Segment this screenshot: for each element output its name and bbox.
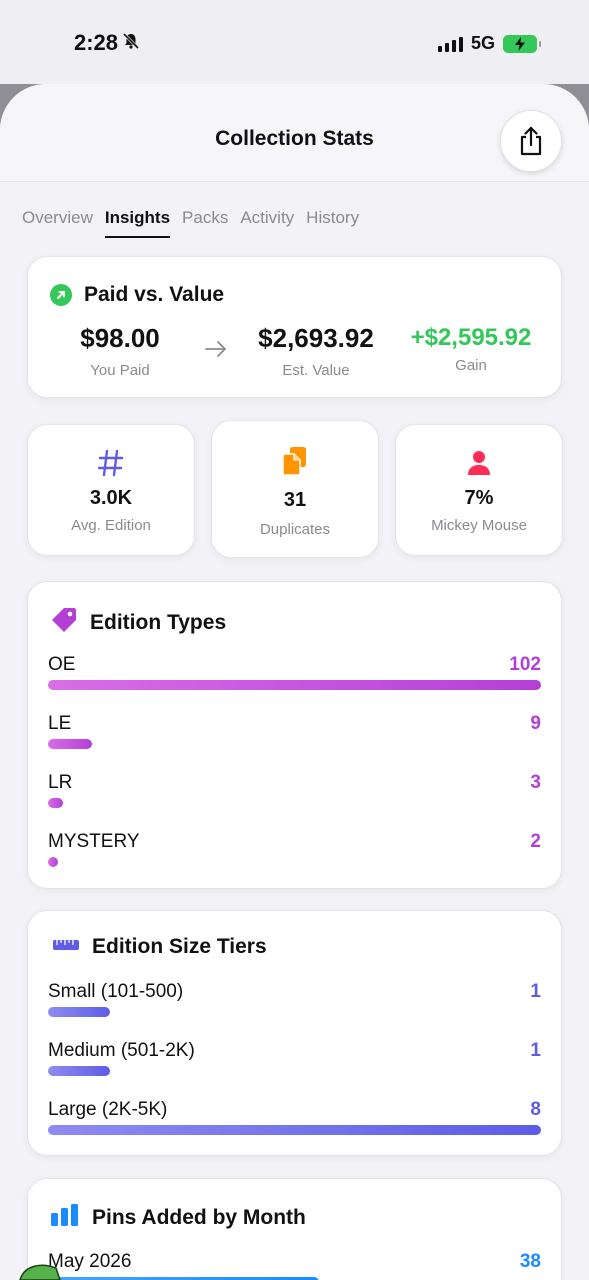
silent-bell-icon: [122, 30, 140, 56]
you-paid-value: $98.00: [80, 323, 160, 353]
gain-label: Gain: [455, 357, 487, 374]
tab-history[interactable]: History: [306, 208, 359, 238]
sheet-header: Collection Stats: [0, 84, 589, 182]
avg-edition-label: Avg. Edition: [71, 517, 151, 534]
edition-row-oe: OE 102: [48, 654, 541, 704]
duplicates-label: Duplicates: [259, 521, 331, 538]
top-character-label: Mickey Mouse: [431, 517, 527, 534]
arrow-right-icon: [204, 339, 228, 364]
est-value-label: Est. Value: [282, 362, 350, 379]
edition-row-lr: LR 3: [48, 772, 541, 822]
edition-count: 2: [530, 831, 541, 852]
tier-count: 1: [530, 1040, 541, 1061]
person-icon: [396, 449, 562, 477]
est-value-value: $2,693.92: [258, 323, 374, 353]
pins-by-month-card: Pins Added by Month May 2026 38: [27, 1178, 562, 1280]
edition-count: 9: [530, 713, 541, 734]
tab-packs[interactable]: Packs: [182, 208, 228, 238]
edition-name: LE: [48, 713, 72, 734]
battery-charging-icon: [503, 34, 541, 53]
network-type: 5G: [470, 33, 495, 53]
tier-row-small: Small (101-500) 1: [48, 981, 541, 1031]
paid-vs-value-title: Paid vs. Value: [84, 283, 225, 306]
tab-insights[interactable]: Insights: [104, 208, 171, 238]
month-row: May 2026 38: [48, 1251, 541, 1280]
tab-overview[interactable]: Overview: [22, 208, 93, 238]
month-count: 38: [519, 1251, 541, 1272]
status-time: 2:28: [74, 30, 140, 56]
status-icons: 5G: [437, 33, 541, 54]
tier-count: 1: [530, 981, 541, 1002]
edition-count: 102: [509, 654, 541, 675]
clock: 2:28: [74, 30, 119, 55]
tier-bar: [48, 1066, 110, 1076]
tab-bar: Overview Insights Packs Activity History: [22, 208, 359, 238]
size-tiers-title: Edition Size Tiers: [92, 935, 267, 958]
stats-sheet: Collection Stats Overview Insights Packs…: [0, 84, 589, 1280]
trend-up-icon: [50, 284, 72, 306]
edition-name: MYSTERY: [48, 831, 140, 852]
cellular-signal-icon: [437, 36, 463, 52]
bar-chart-icon: [50, 1203, 80, 1232]
top-character-value: 7%: [464, 487, 494, 509]
avg-edition-value: 3.0K: [89, 487, 133, 509]
edition-row-mystery: MYSTERY 2: [48, 831, 541, 881]
gain-block: +$2,595.92 Gain: [400, 323, 542, 374]
edition-bar: [48, 739, 92, 749]
tier-bar: [48, 1007, 110, 1017]
edition-types-card: Edition Types OE 102 LE 9 LR 3 MYSTERY 2: [27, 581, 562, 889]
edition-count: 3: [530, 772, 541, 793]
size-tiers-card: Edition Size Tiers Small (101-500) 1 Med…: [27, 910, 562, 1156]
you-paid-block: $98.00 You Paid: [50, 323, 190, 379]
paid-vs-value-header: Paid vs. Value: [50, 283, 224, 307]
est-value-block: $2,693.92 Est. Value: [242, 323, 390, 379]
edition-name: LR: [48, 772, 73, 793]
edition-name: OE: [48, 654, 76, 675]
tier-name: Medium (501-2K): [48, 1040, 195, 1061]
hashtag-icon: [28, 449, 194, 477]
top-character-card[interactable]: 7% Mickey Mouse: [395, 424, 563, 556]
paid-vs-value-card: Paid vs. Value $98.00 You Paid $2,693.92…: [27, 256, 562, 398]
tier-row-large: Large (2K-5K) 8: [48, 1099, 541, 1149]
ruler-icon: [52, 937, 80, 958]
gain-value: +$2,595.92: [410, 324, 532, 351]
tier-name: Small (101-500): [48, 981, 184, 1002]
edition-row-le: LE 9: [48, 713, 541, 763]
background-app-edge: [0, 1258, 100, 1280]
edition-bar: [48, 680, 541, 690]
duplicates-value: 31: [283, 489, 307, 511]
tier-count: 8: [530, 1099, 541, 1120]
tier-name: Large (2K-5K): [48, 1099, 168, 1120]
tab-activity[interactable]: Activity: [240, 208, 294, 238]
share-icon: [520, 126, 542, 156]
duplicates-card[interactable]: 31 Duplicates: [211, 420, 379, 558]
documents-icon: [212, 445, 378, 477]
pins-by-month-title: Pins Added by Month: [92, 1205, 306, 1229]
edition-bar: [48, 798, 63, 808]
tag-icon: [50, 606, 78, 639]
you-paid-label: You Paid: [90, 362, 150, 379]
tier-bar: [48, 1125, 541, 1135]
size-tiers-header: Edition Size Tiers: [52, 935, 267, 959]
status-bar: 2:28 5G: [0, 0, 589, 84]
pins-by-month-header: Pins Added by Month: [50, 1203, 306, 1232]
tier-row-medium: Medium (501-2K) 1: [48, 1040, 541, 1090]
edition-types-title: Edition Types: [90, 610, 227, 634]
share-button[interactable]: [500, 110, 562, 172]
edition-bar: [48, 857, 58, 867]
avg-edition-card[interactable]: 3.0K Avg. Edition: [27, 424, 195, 556]
edition-types-header: Edition Types: [50, 606, 226, 639]
